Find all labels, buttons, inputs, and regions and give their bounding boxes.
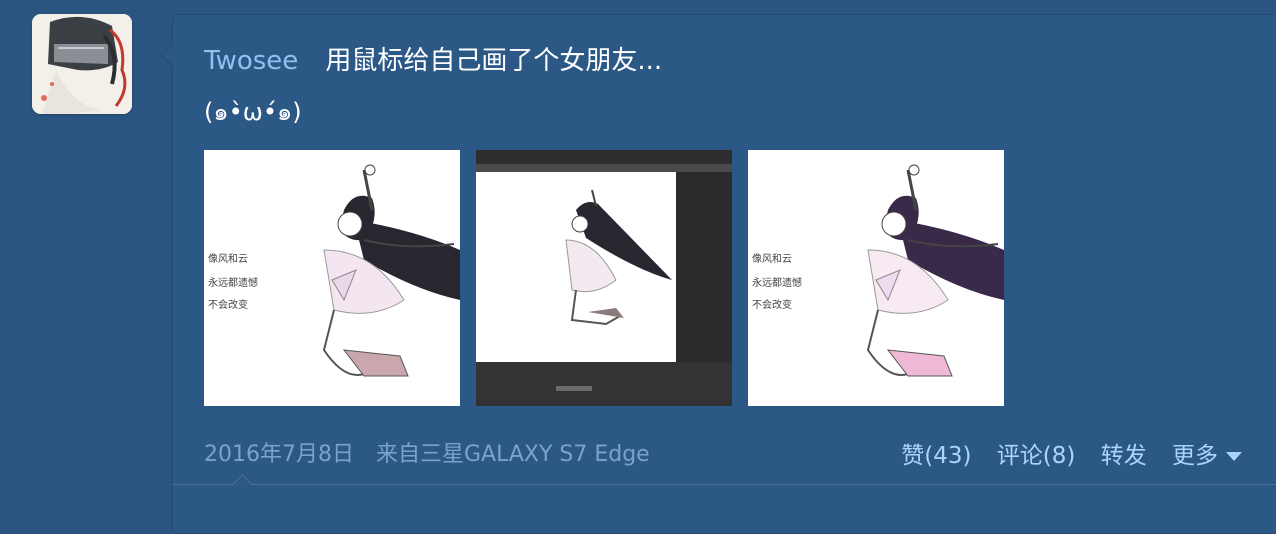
post-actions: 赞(43) 评论(8) 转发 更多 — [901, 436, 1242, 470]
post-source: 来自三星GALAXY S7 Edge — [375, 442, 650, 467]
post-text: 用鼠标给自己画了个女朋友... — [325, 46, 663, 76]
username-link[interactable]: Twosee — [204, 46, 298, 76]
user-avatar[interactable] — [32, 14, 132, 114]
image-1-caption-line-2: 永远都遗憾 — [208, 276, 258, 289]
post-header: Twosee 用鼠标给自己画了个女朋友... — [204, 40, 662, 77]
more-button[interactable]: 更多 — [1172, 443, 1242, 469]
post-meta: 2016年7月8日 来自三星GALAXY S7 Edge — [204, 436, 650, 468]
more-label: 更多 — [1172, 443, 1218, 469]
image-3-caption-line-2: 永远都遗憾 — [752, 276, 802, 289]
post-image-3[interactable]: 像风和云 永远都遗憾 不会改变 — [748, 150, 1004, 406]
footer-divider — [173, 484, 1276, 485]
image-3-caption-line-3: 不会改变 — [752, 298, 792, 311]
comment-button[interactable]: 评论(8) — [997, 443, 1076, 469]
image-1-caption-line-1: 像风和云 — [208, 253, 248, 265]
chevron-down-icon — [1226, 452, 1242, 461]
image-1-caption-line-3: 不会改变 — [208, 298, 248, 311]
post-image-2[interactable] — [476, 150, 732, 406]
post-emoticon: (๑•̀ω•́๑) — [204, 98, 302, 126]
image-3-caption-line-1: 像风和云 — [752, 253, 792, 265]
like-button[interactable]: 赞(43) — [901, 443, 971, 469]
post-date-link[interactable]: 2016年7月8日 — [204, 442, 354, 467]
post-image-1[interactable]: 像风和云 永远都遗憾 不会改变 — [204, 150, 460, 406]
repost-button[interactable]: 转发 — [1101, 443, 1147, 469]
